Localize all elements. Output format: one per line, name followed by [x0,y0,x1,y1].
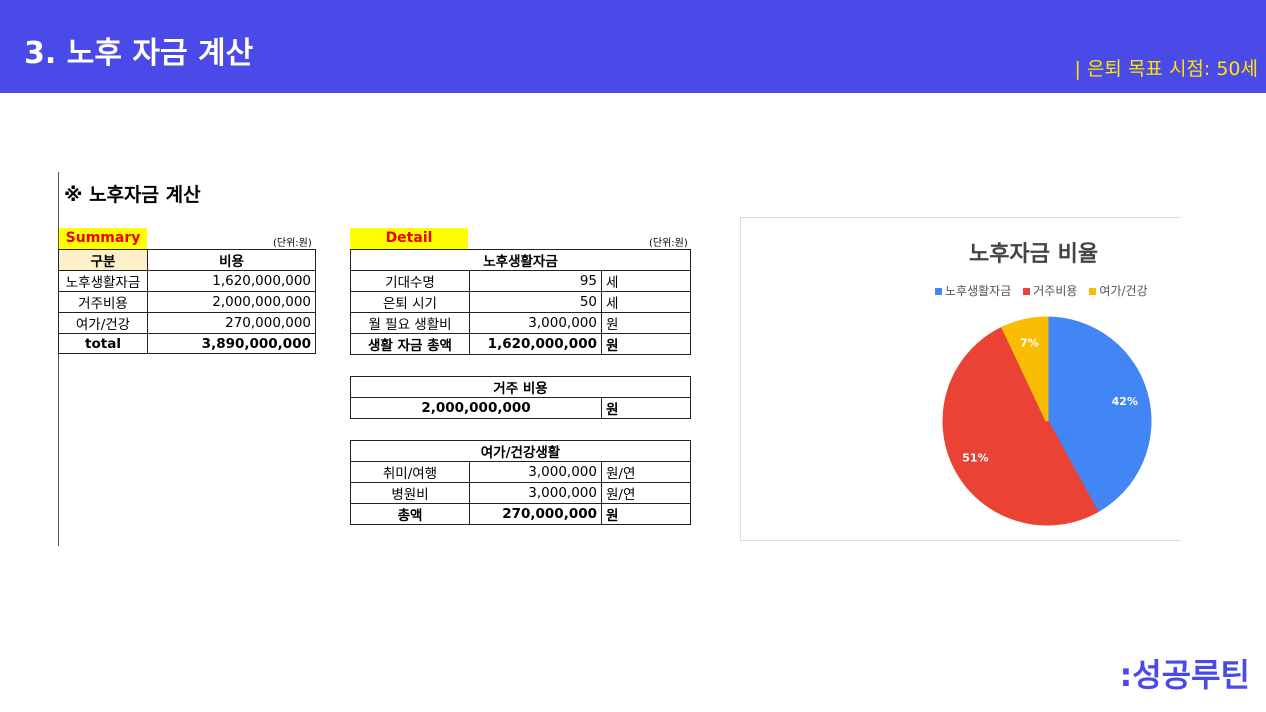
header-bar: 3. 노후 자금 계산 | 은퇴 목표 시점: 50세 [0,0,1266,93]
cell: 3,890,000,000 [147,333,316,354]
cell: 2,000,000,000 [147,291,316,313]
table-row: 여가/건강 270,000,000 [58,312,316,334]
table-title: 노후생활자금 [350,249,691,271]
table-row: 월 필요 생활비 3,000,000 원 [350,312,691,334]
cell: 노후생활자금 [58,270,148,292]
cell: 원 [601,312,691,334]
cell: 2,000,000,000 [350,397,602,419]
table-row: 취미/여행 3,000,000 원/연 [350,461,691,483]
cell: 세 [601,270,691,292]
cell: 1,620,000,000 [469,333,602,355]
cell: 총액 [350,503,470,525]
cell: 3,000,000 [469,461,602,483]
living-table: 노후생활자금 기대수명 95 세 은퇴 시기 50 세 월 필요 생활비 3,000,00… [350,249,691,355]
table-title: 거주 비용 [350,376,691,398]
page-title: 3. 노후 자금 계산 [24,36,254,71]
cell: 원 [601,397,691,419]
table-row: 기대수명 95 세 [350,270,691,292]
table-row: 은퇴 시기 50 세 [350,291,691,313]
section-title: ※ 노후자금 계산 [64,184,201,206]
table-row: 2,000,000,000 원 [350,397,691,419]
summary-unit: (단위:원) [273,238,312,249]
header-cell: 구분 [58,249,148,271]
retirement-target: | 은퇴 목표 시점: 50세 [1074,58,1259,80]
leisure-table: 여가/건강생활 취미/여행 3,000,000 원/연 병원비 3,000,000 원/… [350,440,691,525]
cell: 병원비 [350,482,470,504]
cell: 원/연 [601,482,691,504]
cell: 3,000,000 [469,482,602,504]
cell: 95 [469,270,602,292]
table-row: 거주비용 2,000,000,000 [58,291,316,313]
total-row: total 3,890,000,000 [58,333,316,354]
pie-svg: 42% 51% 7% [942,316,1152,526]
table-row: 총액 270,000,000 원 [350,503,691,525]
pie-label: 42% [1112,395,1138,408]
cell: 세 [601,291,691,313]
cell: 3,000,000 [469,312,602,334]
cell: total [58,333,148,354]
header-cell: 비용 [147,249,316,271]
cell: 은퇴 시기 [350,291,470,313]
pie-label: 7% [1020,337,1039,350]
cell: 월 필요 생활비 [350,312,470,334]
cell: 원 [601,503,691,525]
brand-logo: :성공루틴 [1119,656,1250,694]
table-row: 생활 자금 총액 1,620,000,000 원 [350,333,691,355]
cell: 취미/여행 [350,461,470,483]
table-title: 여가/건강생활 [350,440,691,462]
cell: 50 [469,291,602,313]
cell: 거주비용 [58,291,148,313]
cell: 원/연 [601,461,691,483]
cell: 270,000,000 [147,312,316,334]
detail-tag: Detail [350,228,468,249]
housing-table: 거주 비용 2,000,000,000 원 [350,376,691,419]
table-row: 병원비 3,000,000 원/연 [350,482,691,504]
pie-label: 51% [962,451,988,464]
pie-chart: 노후자금 비율 노후생활자금 거주비용 여가/건강 42% 51% 7% [740,217,1181,541]
cell: 270,000,000 [469,503,602,525]
cell: 1,620,000,000 [147,270,316,292]
summary-tag: Summary [59,228,147,249]
detail-unit: (단위:원) [649,238,688,249]
cell: 여가/건강 [58,312,148,334]
cell: 원 [601,333,691,355]
table-row: 노후생활자금 1,620,000,000 [58,270,316,292]
cell: 생활 자금 총액 [350,333,470,355]
cell: 기대수명 [350,270,470,292]
summary-table: 구분 비용 노후생활자금 1,620,000,000 거주비용 2,000,000,0… [58,249,316,354]
